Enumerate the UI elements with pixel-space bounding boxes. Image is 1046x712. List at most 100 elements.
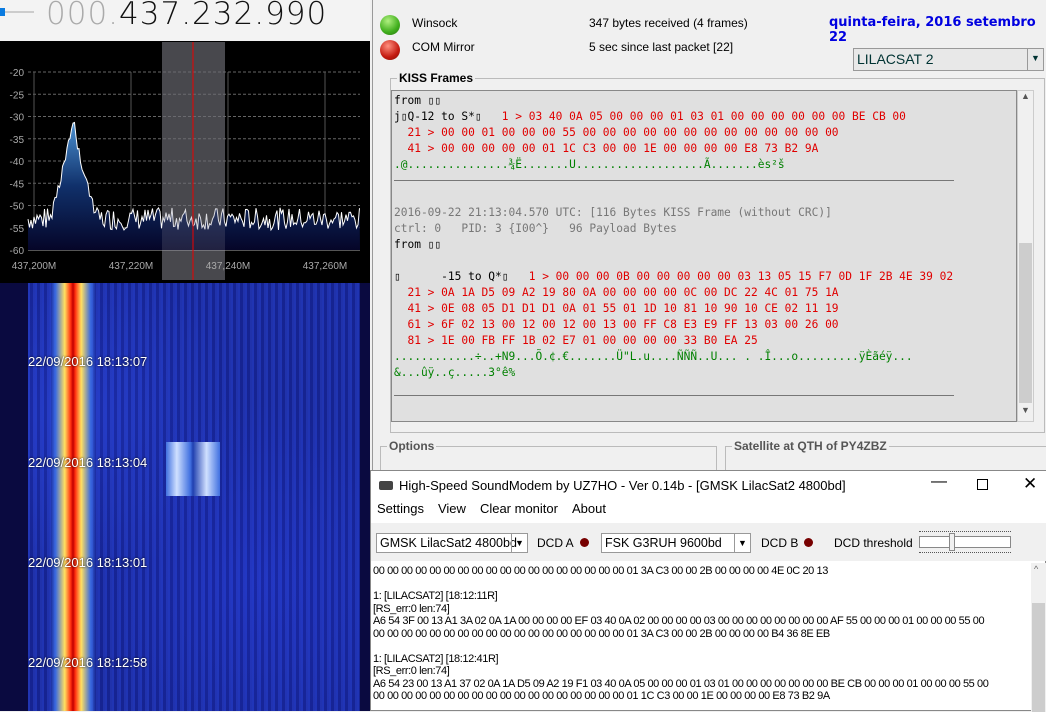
spectrum-plot[interactable]: -20 -25 -30 -35 -40 -45 -50 -55 -60 437,200M 437,2…	[0, 42, 370, 280]
frequency-prefix: 000.	[46, 0, 120, 32]
close-button[interactable]: ✕	[1023, 474, 1037, 494]
chevron-down-icon[interactable]: ▼	[1027, 49, 1043, 70]
hex-row: 1 > 03 40 0A 05 00 00 00 01 03 01 00 00 …	[481, 110, 906, 123]
toolbar: GMSK LilacSat2 4800bd ▼ DCD A FSK G3RUH 9…	[371, 523, 1046, 561]
signal-trace	[50, 283, 96, 711]
modem-b-select[interactable]: FSK G3RUH 9600bd ▼	[601, 533, 751, 553]
scroll-up-icon: ▲	[1021, 91, 1030, 101]
winsock-status-led	[380, 15, 400, 35]
gain-slider[interactable]	[0, 8, 34, 16]
signal-burst	[166, 442, 220, 496]
dcd-b-label: DCD B	[761, 536, 799, 550]
com-mirror-info: 5 sec since last packet [22]	[589, 40, 734, 54]
modem-a-value: GMSK LilacSat2 4800bd	[380, 536, 517, 550]
modem-a-select[interactable]: GMSK LilacSat2 4800bd ▼	[376, 533, 528, 553]
dcd-threshold-slider[interactable]	[919, 531, 1011, 553]
satellite-qth-title: Satellite at QTH of PY4ZBZ	[732, 439, 889, 453]
dcd-a-label: DCD A	[537, 536, 574, 550]
chevron-down-icon[interactable]: ▼	[511, 534, 527, 552]
menu-view[interactable]: View	[438, 501, 466, 516]
x-tick-label: 437,200M	[12, 261, 56, 272]
y-tick-label: -40	[10, 157, 25, 168]
x-tick-label: 437,240M	[206, 261, 250, 272]
frame-header: ▯ -15 to Q*▯	[394, 270, 509, 283]
com-mirror-status-led	[380, 40, 400, 60]
y-tick-label: -45	[10, 179, 25, 190]
winsock-label: Winsock	[412, 16, 458, 30]
frequency-display[interactable]: 000.437.232.990	[46, 0, 327, 32]
y-tick-label: -20	[10, 68, 25, 79]
satellite-select-value: LILACSAT 2	[857, 51, 934, 67]
frequency-value: 437.232.990	[119, 0, 328, 32]
frame-ctrl: ctrl: 0 PID: 3 {I00^} 96 Payload Bytes	[394, 222, 677, 235]
monitor-line: 00 00 00 00 00 00 00 00 00 00 00 00 00 0…	[373, 690, 830, 702]
monitor-line	[373, 640, 1029, 653]
dcd-threshold-label: DCD threshold	[834, 536, 913, 550]
monitor-line: A6 54 23 00 13 A1 37 02 0A 1A D5 09 A2 1…	[373, 677, 989, 690]
ascii-row: .@...............¾Ë.......U.............…	[394, 158, 785, 171]
x-tick-label: 437,220M	[109, 261, 153, 272]
waterfall-timestamp: 22/09/2016 18:13:01	[28, 555, 148, 570]
hex-row: 21 > 00 00 01 00 00 00 55 00 00 00 00 00…	[394, 126, 839, 139]
frame-from: from ▯▯	[394, 238, 442, 251]
frame-divider	[394, 180, 954, 181]
monitor-line: 00 00 00 00 00 00 00 00 00 00 00 00 00 0…	[373, 565, 828, 577]
menu-about[interactable]: About	[572, 501, 606, 516]
winsock-info: 347 bytes received (4 frames)	[589, 16, 748, 30]
waterfall[interactable]	[0, 283, 370, 711]
monitor-line: A6 54 3F 00 13 A1 3A 02 0A 1A 00 00 00 0…	[373, 615, 985, 627]
minimize-button[interactable]: —	[931, 473, 947, 491]
modem-b-value: FSK G3RUH 9600bd	[605, 536, 722, 550]
options-title: Options	[387, 439, 437, 453]
y-tick-label: -50	[10, 202, 25, 213]
kiss-frames-log[interactable]: from ▯▯ j▯Q-12 to S*▯ 1 > 03 40 0A 05 00 …	[391, 90, 1017, 422]
frame-from: from ▯▯	[394, 94, 442, 107]
hex-row: 81 > 1E 00 FB FF 1B 02 E7 01 00 00 00 00…	[394, 334, 758, 347]
app-icon	[379, 481, 393, 490]
menu-clear-monitor[interactable]: Clear monitor	[480, 501, 558, 516]
soundmodem-window: High-Speed SoundModem by UZ7HO - Ver 0.1…	[370, 470, 1046, 712]
monitor-line	[373, 578, 1029, 591]
y-tick-label: -25	[10, 90, 25, 101]
date-label: quinta-feira, 2016 setembro 22	[829, 15, 1036, 45]
chevron-down-icon[interactable]: ▼	[734, 534, 750, 552]
scroll-thumb	[1019, 243, 1032, 403]
maximize-button[interactable]	[977, 479, 988, 490]
monitor-log[interactable]: 00 00 00 00 00 00 00 00 00 00 00 00 00 0…	[371, 563, 1031, 712]
monitor-line: 00 00 00 00 00 00 00 00 00 00 00 00 00 0…	[373, 627, 830, 640]
frequency-bar: 000.437.232.990	[0, 0, 370, 41]
kiss-decoder-window: Winsock 347 bytes received (4 frames) CO…	[372, 0, 1046, 476]
kiss-scrollbar[interactable]: ▲ ▼	[1017, 90, 1034, 422]
scroll-down-icon: ▼	[1021, 405, 1030, 415]
sdr-panel: 000.437.232.990 -20 -25 -30 -35 -40 -45 -50 -55…	[0, 0, 370, 711]
window-title: High-Speed SoundModem by UZ7HO - Ver 0.1…	[399, 478, 846, 493]
ascii-row: ............÷..+N9...Õ.¢.€.......Ü"L.u..…	[394, 350, 913, 363]
hex-row: 61 > 6F 02 13 00 12 00 12 00 13 00 FF C8…	[394, 318, 839, 331]
y-tick-label: -30	[10, 113, 25, 124]
satellite-select[interactable]: LILACSAT 2 ▼	[853, 48, 1044, 71]
hex-row: 1 > 00 00 00 0B 00 00 00 00 00 03 13 05 …	[508, 270, 954, 283]
dcd-b-led	[804, 538, 813, 547]
ascii-row: &...ûÿ..ç.....3°ê%	[394, 366, 516, 379]
y-tick-label: -35	[10, 135, 25, 146]
hex-row: 21 > 0A 1A D5 09 A2 19 80 0A 00 00 00 00…	[394, 286, 839, 299]
hex-row: 41 > 0E 08 05 D1 D1 D1 0A 01 55 01 1D 10…	[394, 302, 839, 315]
monitor-line: [RS_err:0 len:74]	[373, 665, 450, 677]
monitor-line: 1: [LILACSAT2] [18:12:41R]	[373, 652, 499, 665]
com-mirror-label: COM Mirror	[412, 40, 475, 54]
waterfall-timestamp: 22/09/2016 18:13:04	[28, 455, 148, 470]
monitor-scrollbar[interactable]: ^	[1031, 563, 1046, 712]
frame-divider	[394, 395, 954, 396]
monitor-line: [RS_err:0 len:74]	[373, 602, 450, 615]
waterfall-timestamp: 22/09/2016 18:13:07	[28, 354, 148, 369]
x-tick-label: 437,260M	[303, 261, 347, 272]
menu-settings[interactable]: Settings	[377, 501, 424, 516]
monitor-line: 1: [LILACSAT2] [18:12:11R]	[373, 590, 498, 602]
title-bar: High-Speed SoundModem by UZ7HO - Ver 0.1…	[371, 471, 1046, 501]
frame-timestamp: 2016-09-22 21:13:04.570 UTC: [116 Bytes …	[394, 206, 832, 219]
dcd-a-led	[580, 538, 589, 547]
hex-row: 41 > 00 00 00 00 00 01 1C C3 00 00 1E 00…	[394, 142, 819, 155]
menu-bar: Settings View Clear monitor About	[371, 501, 1046, 523]
waterfall-timestamp: 22/09/2016 18:12:58	[28, 655, 148, 670]
kiss-frames-title: KISS Frames	[397, 71, 476, 85]
